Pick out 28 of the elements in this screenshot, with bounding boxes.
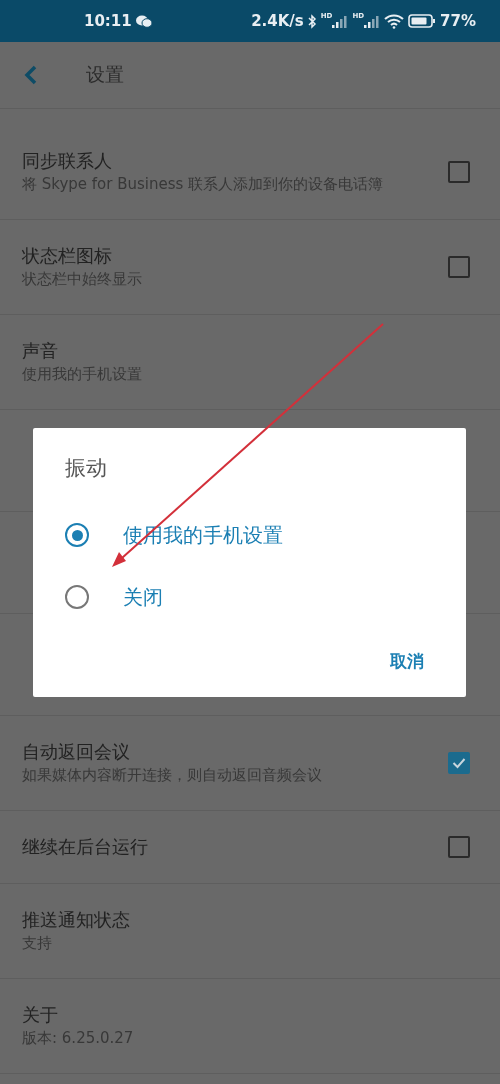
cancel-button[interactable]: 取消	[384, 646, 430, 677]
status-time: 10:11	[84, 12, 132, 30]
signal-icon	[330, 14, 349, 28]
dialog-title: 振动	[65, 455, 107, 482]
setting-title: 关于	[22, 1003, 59, 1027]
checkbox[interactable]	[448, 836, 470, 858]
checkbox[interactable]	[448, 752, 470, 774]
option-label[interactable]: 关闭	[123, 583, 163, 611]
check-icon	[452, 757, 466, 769]
battery-percent: 77%	[440, 12, 476, 30]
battery-icon	[408, 14, 437, 28]
signal-icon	[362, 14, 381, 28]
back-icon[interactable]	[24, 65, 38, 85]
radio-button[interactable]	[65, 523, 89, 547]
wifi-icon	[384, 13, 405, 29]
setting-title: 声音	[22, 339, 59, 363]
checkbox[interactable]	[448, 256, 470, 278]
setting-title: 自动返回会议	[22, 740, 131, 764]
page-title: 设置	[86, 62, 124, 87]
chat-app-icon	[135, 14, 152, 28]
setting-title: 继续在后台运行	[22, 835, 149, 859]
setting-title: 推送通知状态	[22, 908, 131, 932]
checkbox[interactable]	[448, 161, 470, 183]
radio-button[interactable]	[65, 585, 89, 609]
network-speed: 2.4K/s	[251, 12, 304, 30]
setting-title: 同步联系人	[22, 149, 113, 173]
setting-title: 状态栏图标	[22, 244, 113, 268]
bluetooth-icon	[307, 13, 317, 29]
